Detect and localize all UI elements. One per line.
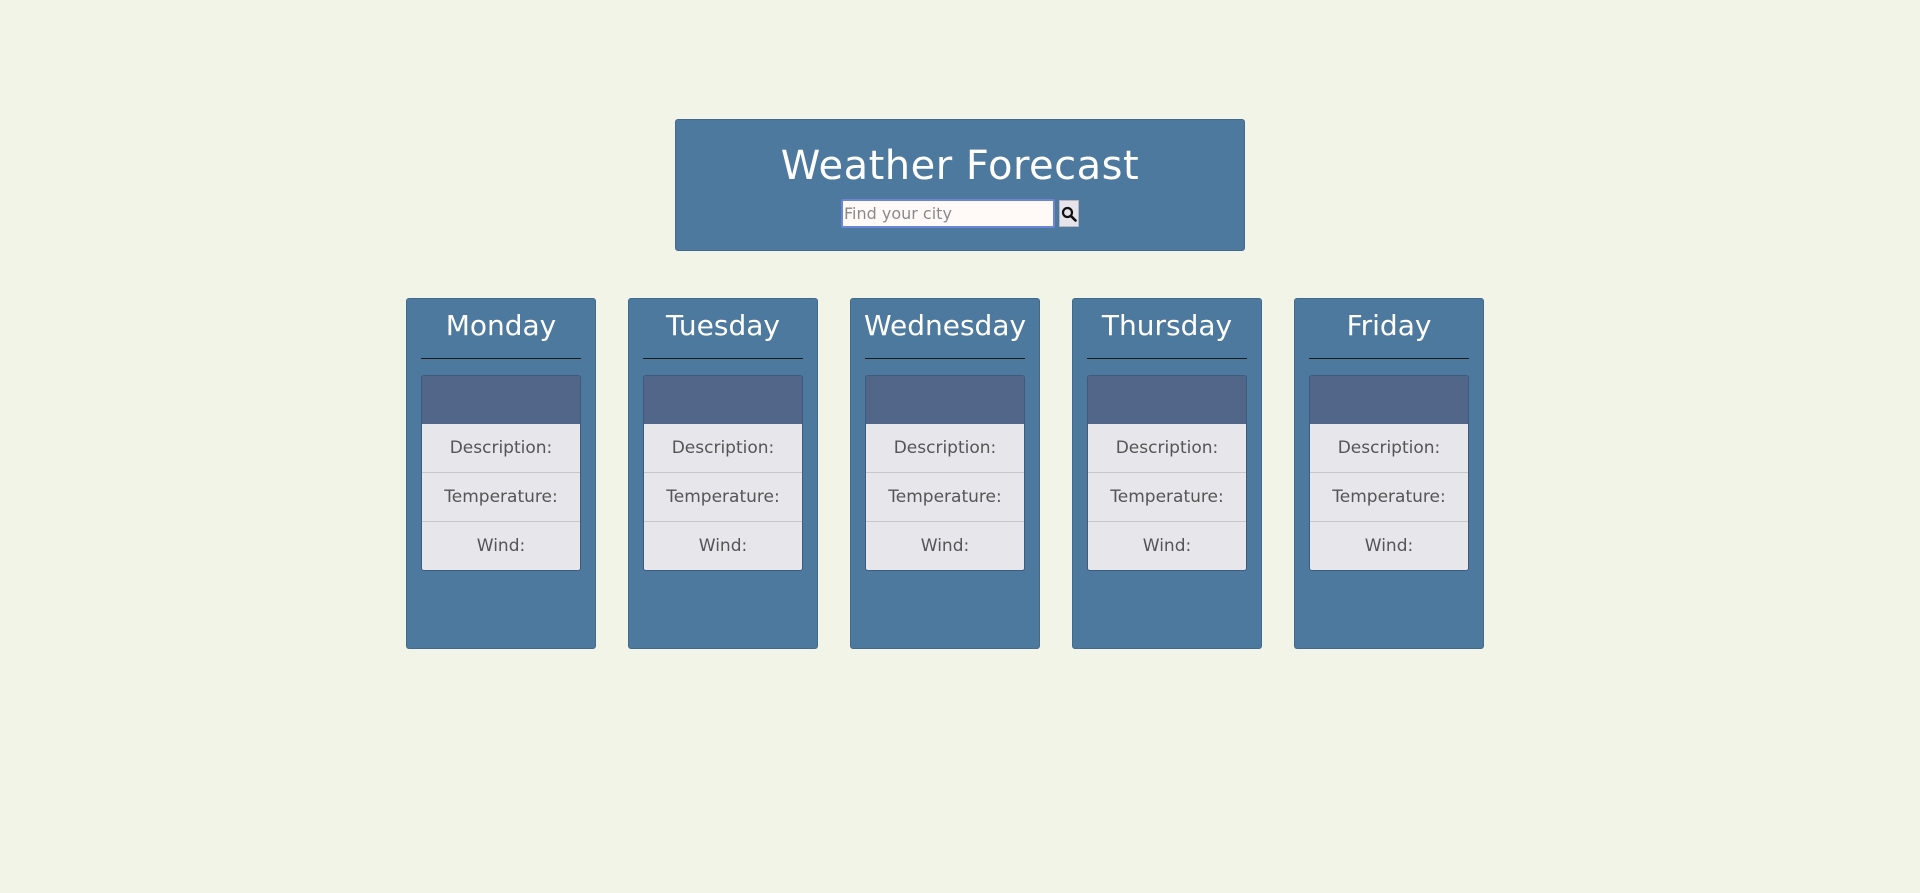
forecast-card-tuesday: Tuesday Description: Temperature: Wind: [628, 298, 818, 649]
divider [1309, 358, 1469, 359]
temperature-field: Temperature: [644, 472, 802, 521]
wind-field: Wind: [422, 521, 580, 570]
forecast-card-thursday: Thursday Description: Temperature: Wind: [1072, 298, 1262, 649]
weather-header: Weather Forecast [675, 119, 1245, 251]
forecast-card-monday: Monday Description: Temperature: Wind: [406, 298, 596, 649]
divider [643, 358, 803, 359]
day-name: Friday [1346, 309, 1432, 342]
forecast-card-friday: Friday Description: Temperature: Wind: [1294, 298, 1484, 649]
weather-details: Description: Temperature: Wind: [421, 375, 581, 571]
temperature-field: Temperature: [866, 472, 1024, 521]
divider [421, 358, 581, 359]
search-button[interactable] [1059, 200, 1079, 227]
temperature-field: Temperature: [1088, 472, 1246, 521]
wind-field: Wind: [866, 521, 1024, 570]
description-field: Description: [1310, 424, 1468, 472]
wind-field: Wind: [1310, 521, 1468, 570]
description-field: Description: [422, 424, 580, 472]
weather-icon-area [1310, 376, 1468, 424]
page-title: Weather Forecast [780, 143, 1140, 189]
wind-field: Wind: [644, 521, 802, 570]
day-name: Thursday [1101, 309, 1233, 342]
wind-field: Wind: [1088, 521, 1246, 570]
weather-icon-area [644, 376, 802, 424]
temperature-field: Temperature: [422, 472, 580, 521]
city-search-form [841, 199, 1079, 228]
divider [865, 358, 1025, 359]
temperature-field: Temperature: [1310, 472, 1468, 521]
forecast-card-wednesday: Wednesday Description: Temperature: Wind… [850, 298, 1040, 649]
day-name: Wednesday [863, 309, 1027, 342]
description-field: Description: [1088, 424, 1246, 472]
forecast-cards: Monday Description: Temperature: Wind: T… [406, 298, 1484, 649]
day-name: Monday [445, 309, 557, 342]
divider [1087, 358, 1247, 359]
day-name: Tuesday [666, 309, 780, 342]
description-field: Description: [866, 424, 1024, 472]
weather-details: Description: Temperature: Wind: [865, 375, 1025, 571]
description-field: Description: [644, 424, 802, 472]
city-search-input[interactable] [841, 199, 1055, 228]
weather-icon-area [1088, 376, 1246, 424]
weather-details: Description: Temperature: Wind: [643, 375, 803, 571]
search-icon [1061, 206, 1077, 222]
weather-details: Description: Temperature: Wind: [1309, 375, 1469, 571]
weather-icon-area [866, 376, 1024, 424]
weather-icon-area [422, 376, 580, 424]
weather-details: Description: Temperature: Wind: [1087, 375, 1247, 571]
